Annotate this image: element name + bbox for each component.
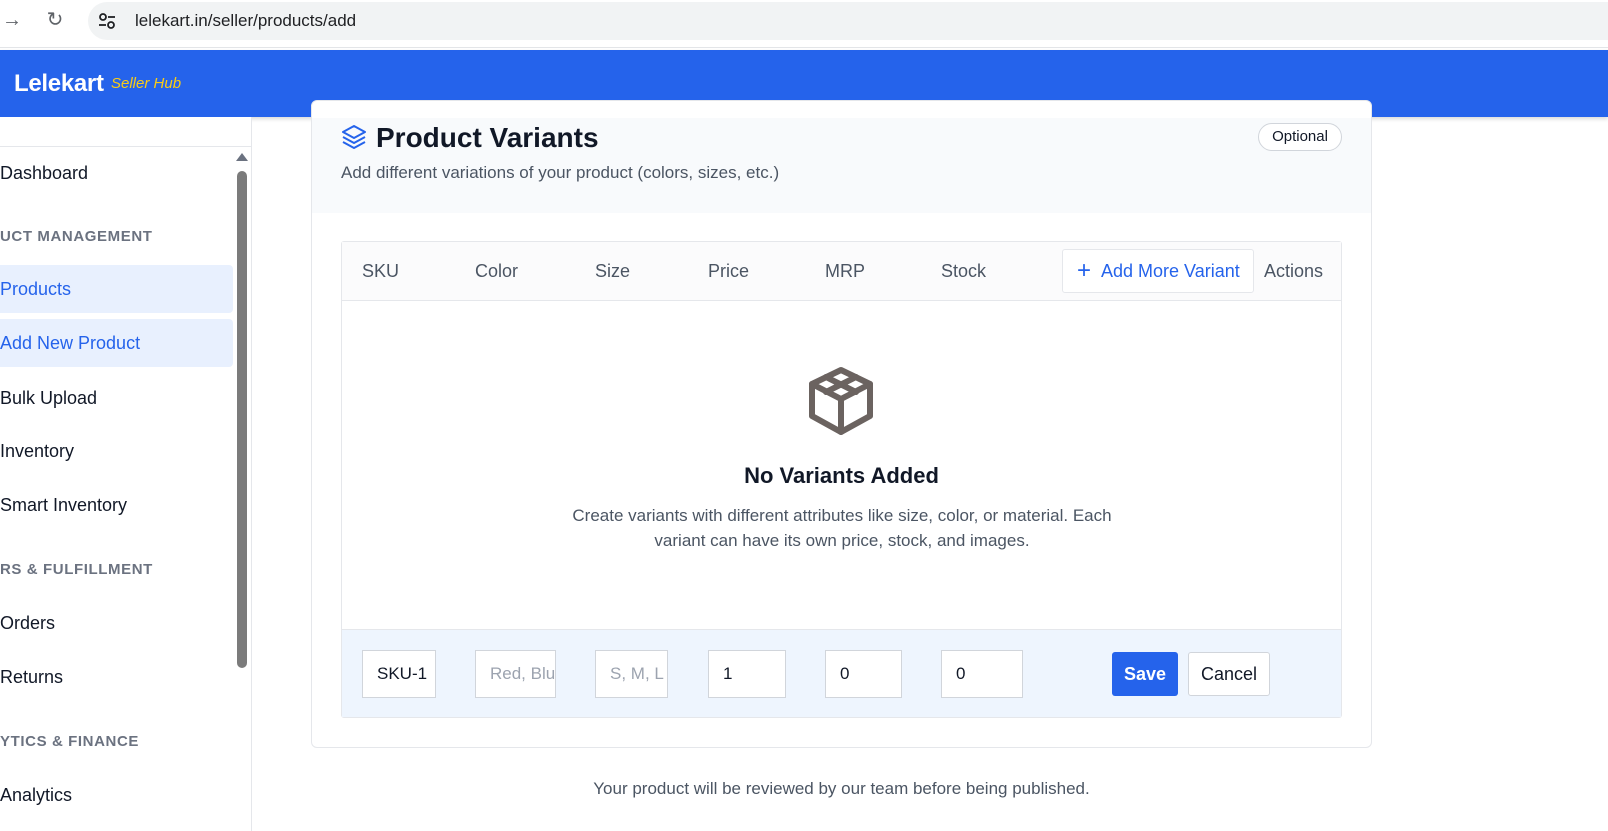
- mrp-input[interactable]: [825, 650, 902, 698]
- save-button[interactable]: Save: [1112, 652, 1178, 696]
- sidebar-item-bulk-upload[interactable]: Bulk Upload: [0, 374, 233, 422]
- price-input[interactable]: [708, 650, 786, 698]
- browser-toolbar: → ↻ lelekart.in/seller/products/add: [0, 0, 1608, 48]
- plus-icon: +: [1077, 257, 1092, 284]
- column-header-price: Price: [708, 261, 750, 281]
- new-variant-row: Save Cancel: [342, 629, 1341, 717]
- brand-subtitle: Seller Hub: [111, 75, 182, 92]
- column-header-stock: Stock: [941, 261, 987, 281]
- sidebar-item-add-new-product[interactable]: Add New Product: [0, 319, 233, 367]
- scrollbar-thumb[interactable]: [237, 171, 247, 668]
- add-more-variant-button[interactable]: + Add More Variant: [1062, 249, 1254, 293]
- column-header-sku: SKU: [362, 261, 400, 281]
- reload-icon[interactable]: ↻: [43, 8, 67, 32]
- sidebar-scrollbar[interactable]: [236, 149, 248, 829]
- color-input[interactable]: [475, 650, 556, 698]
- product-variants-card: Product Variants Add different variation…: [311, 100, 1372, 748]
- empty-state-description: Create variants with different attribute…: [572, 506, 1112, 550]
- add-more-variant-label: Add More Variant: [1101, 261, 1240, 281]
- brand-logo[interactable]: Lelekart: [14, 70, 104, 98]
- sidebar-item-products[interactable]: Products: [0, 265, 233, 313]
- package-icon: [809, 367, 873, 435]
- section-subtitle: Add different variations of your product…: [341, 163, 780, 182]
- scroll-up-icon[interactable]: [236, 153, 248, 161]
- sidebar-section-analytics-finance: YTICS & FINANCE: [0, 733, 140, 750]
- optional-badge: Optional: [1258, 123, 1342, 151]
- sidebar-item-smart-inventory[interactable]: Smart Inventory: [0, 481, 233, 529]
- variants-table: SKU Color Size Price MRP Stock + Add Mor…: [341, 241, 1342, 718]
- column-header-mrp: MRP: [825, 261, 865, 281]
- cancel-button[interactable]: Cancel: [1188, 652, 1270, 696]
- card-header: Product Variants Add different variation…: [312, 118, 1371, 213]
- section-title: Product Variants: [376, 122, 599, 153]
- forward-icon[interactable]: →: [0, 8, 24, 32]
- sku-input[interactable]: [362, 650, 436, 698]
- sidebar-item-returns[interactable]: Returns: [0, 653, 233, 701]
- layers-icon: [342, 125, 366, 149]
- sidebar-section-orders-fulfillment: RS & FULFILLMENT: [0, 561, 153, 578]
- sidebar-divider: [0, 146, 252, 147]
- sidebar-item-orders[interactable]: Orders: [0, 599, 233, 647]
- sidebar-item-analytics[interactable]: Analytics: [0, 771, 233, 819]
- sidebar-item-inventory[interactable]: Inventory: [0, 427, 233, 475]
- table-header: SKU Color Size Price MRP Stock + Add Mor…: [342, 242, 1341, 301]
- size-input[interactable]: [595, 650, 668, 698]
- review-note: Your product will be reviewed by our tea…: [593, 779, 1090, 798]
- sidebar-section-product-management: UCT MANAGEMENT: [0, 228, 153, 245]
- sidebar-item-dashboard[interactable]: Dashboard: [0, 149, 233, 197]
- column-header-size: Size: [595, 261, 631, 281]
- stock-input[interactable]: [941, 650, 1023, 698]
- address-bar[interactable]: lelekart.in/seller/products/add: [88, 2, 1608, 40]
- url-text[interactable]: lelekart.in/seller/products/add: [135, 11, 356, 31]
- sidebar: Dashboard UCT MANAGEMENT Products Add Ne…: [0, 117, 252, 831]
- column-header-actions: Actions: [1264, 261, 1324, 281]
- site-settings-icon[interactable]: [96, 10, 118, 32]
- column-header-color: Color: [475, 261, 519, 281]
- empty-state-title: No Variants Added: [744, 463, 939, 488]
